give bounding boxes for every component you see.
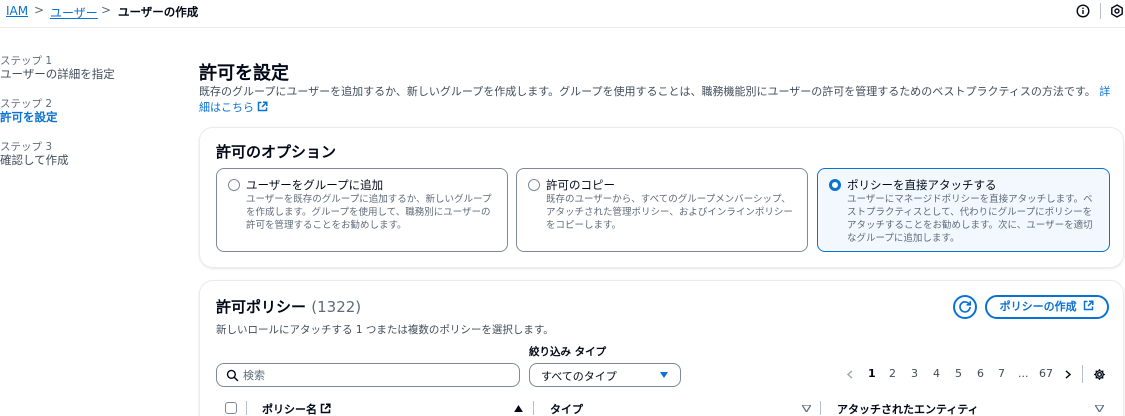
permission-options-heading: 許可のオプション	[216, 143, 337, 161]
sort-icon[interactable]	[1095, 405, 1104, 412]
description-text: 既存のグループにユーザーを追加するか、新しいグループを作成します。グループを使用…	[199, 85, 1096, 98]
sort-icon[interactable]	[802, 405, 811, 412]
page-67[interactable]: 67	[1039, 367, 1053, 380]
page-title: 許可を設定	[199, 63, 289, 84]
settings-icon[interactable]	[1093, 368, 1106, 381]
column-type[interactable]: タイプ	[550, 401, 583, 416]
page-description: 既存のグループにユーザーを追加するか、新しいグループを作成します。グループを使用…	[199, 84, 1119, 116]
search-field[interactable]	[216, 363, 520, 387]
step-3-label: 確認して作成	[0, 153, 69, 167]
external-link-icon	[1084, 300, 1094, 311]
option-copy-permissions[interactable]: 許可のコピー 既存のユーザーから、すべてのグループメンバーシップ、 アタッチされ…	[516, 168, 808, 252]
breadcrumb-users[interactable]: ユーザー	[50, 4, 98, 21]
page-4[interactable]: 4	[933, 367, 940, 380]
top-bar: IAM > ユーザー > ユーザーの作成	[0, 0, 1125, 28]
column-divider	[820, 401, 821, 415]
create-policy-button[interactable]: ポリシーの作成	[985, 295, 1109, 319]
filter-type-select[interactable]: すべてのタイプ	[529, 363, 681, 387]
select-all-checkbox[interactable]	[225, 402, 237, 414]
radio-attach-policies[interactable]	[829, 179, 841, 191]
chevron-right-icon[interactable]	[1064, 369, 1072, 380]
page-2[interactable]: 2	[889, 367, 896, 380]
option-description: 既存のユーザーから、すべてのグループメンバーシップ、 アタッチされた管理ポリシー…	[546, 194, 793, 231]
option-title: 許可のコピー	[546, 178, 615, 192]
option-attach-policies[interactable]: ポリシーを直接アタッチする ユーザーにマネージドポリシーを直接アタッチします。ベ…	[817, 168, 1110, 252]
breadcrumb-current: ユーザーの作成	[118, 5, 199, 19]
breadcrumb-iam[interactable]: IAM	[6, 4, 28, 18]
caret-down-icon	[660, 372, 668, 378]
page-7[interactable]: 7	[998, 367, 1005, 380]
column-policy-name[interactable]: ポリシー名	[262, 401, 331, 416]
external-link-icon	[320, 403, 331, 414]
page-5[interactable]: 5	[955, 367, 962, 380]
option-title: ポリシーを直接アタッチする	[847, 178, 997, 192]
settings-icon[interactable]	[1110, 4, 1124, 18]
policies-heading: 許可ポリシー (1322)	[216, 298, 362, 316]
refresh-button[interactable]	[953, 295, 977, 319]
policies-count: (1322)	[311, 298, 362, 316]
breadcrumb-separator: >	[101, 3, 112, 17]
filter-type-value: すべてのタイプ	[541, 370, 617, 383]
page-1[interactable]: 1	[868, 367, 876, 380]
step-2-label: 許可を設定	[0, 110, 58, 124]
external-link-icon	[257, 101, 268, 112]
page-ellipsis: ...	[1018, 367, 1029, 380]
search-input[interactable]	[243, 368, 513, 383]
option-description: ユーザーにマネージドポリシーを直接アタッチします。ベ ストプラクティスとして、代…	[847, 194, 1093, 244]
option-title: ユーザーをグループに追加	[246, 178, 384, 192]
column-divider	[246, 401, 247, 415]
policies-subtext: 新しいロールにアタッチする 1 つまたは複数のポリシーを選択します。	[216, 324, 554, 336]
header-divider	[1100, 3, 1101, 19]
radio-add-to-group[interactable]	[228, 179, 240, 191]
column-divider	[533, 401, 534, 415]
search-icon	[226, 369, 239, 382]
option-add-to-group[interactable]: ユーザーをグループに追加 ユーザーを既存のグループに追加するか、新しいグループ …	[216, 168, 508, 252]
info-icon[interactable]	[1076, 4, 1090, 18]
pager-divider	[1082, 365, 1083, 383]
breadcrumb-separator: >	[34, 3, 45, 17]
sort-ascending-icon[interactable]	[514, 405, 523, 412]
radio-copy-permissions[interactable]	[528, 179, 540, 191]
page-6[interactable]: 6	[977, 367, 984, 380]
refresh-icon	[959, 301, 972, 313]
page-3[interactable]: 3	[911, 367, 918, 380]
option-description: ユーザーを既存のグループに追加するか、新しいグループ を作成します。グループを使…	[246, 194, 492, 231]
column-attached-entities[interactable]: アタッチされたエンティティ	[837, 401, 979, 416]
filter-type-label: 絞り込み タイプ	[529, 346, 607, 358]
step-1-label[interactable]: ユーザーの詳細を指定	[0, 66, 115, 82]
chevron-left-icon[interactable]	[846, 369, 854, 380]
